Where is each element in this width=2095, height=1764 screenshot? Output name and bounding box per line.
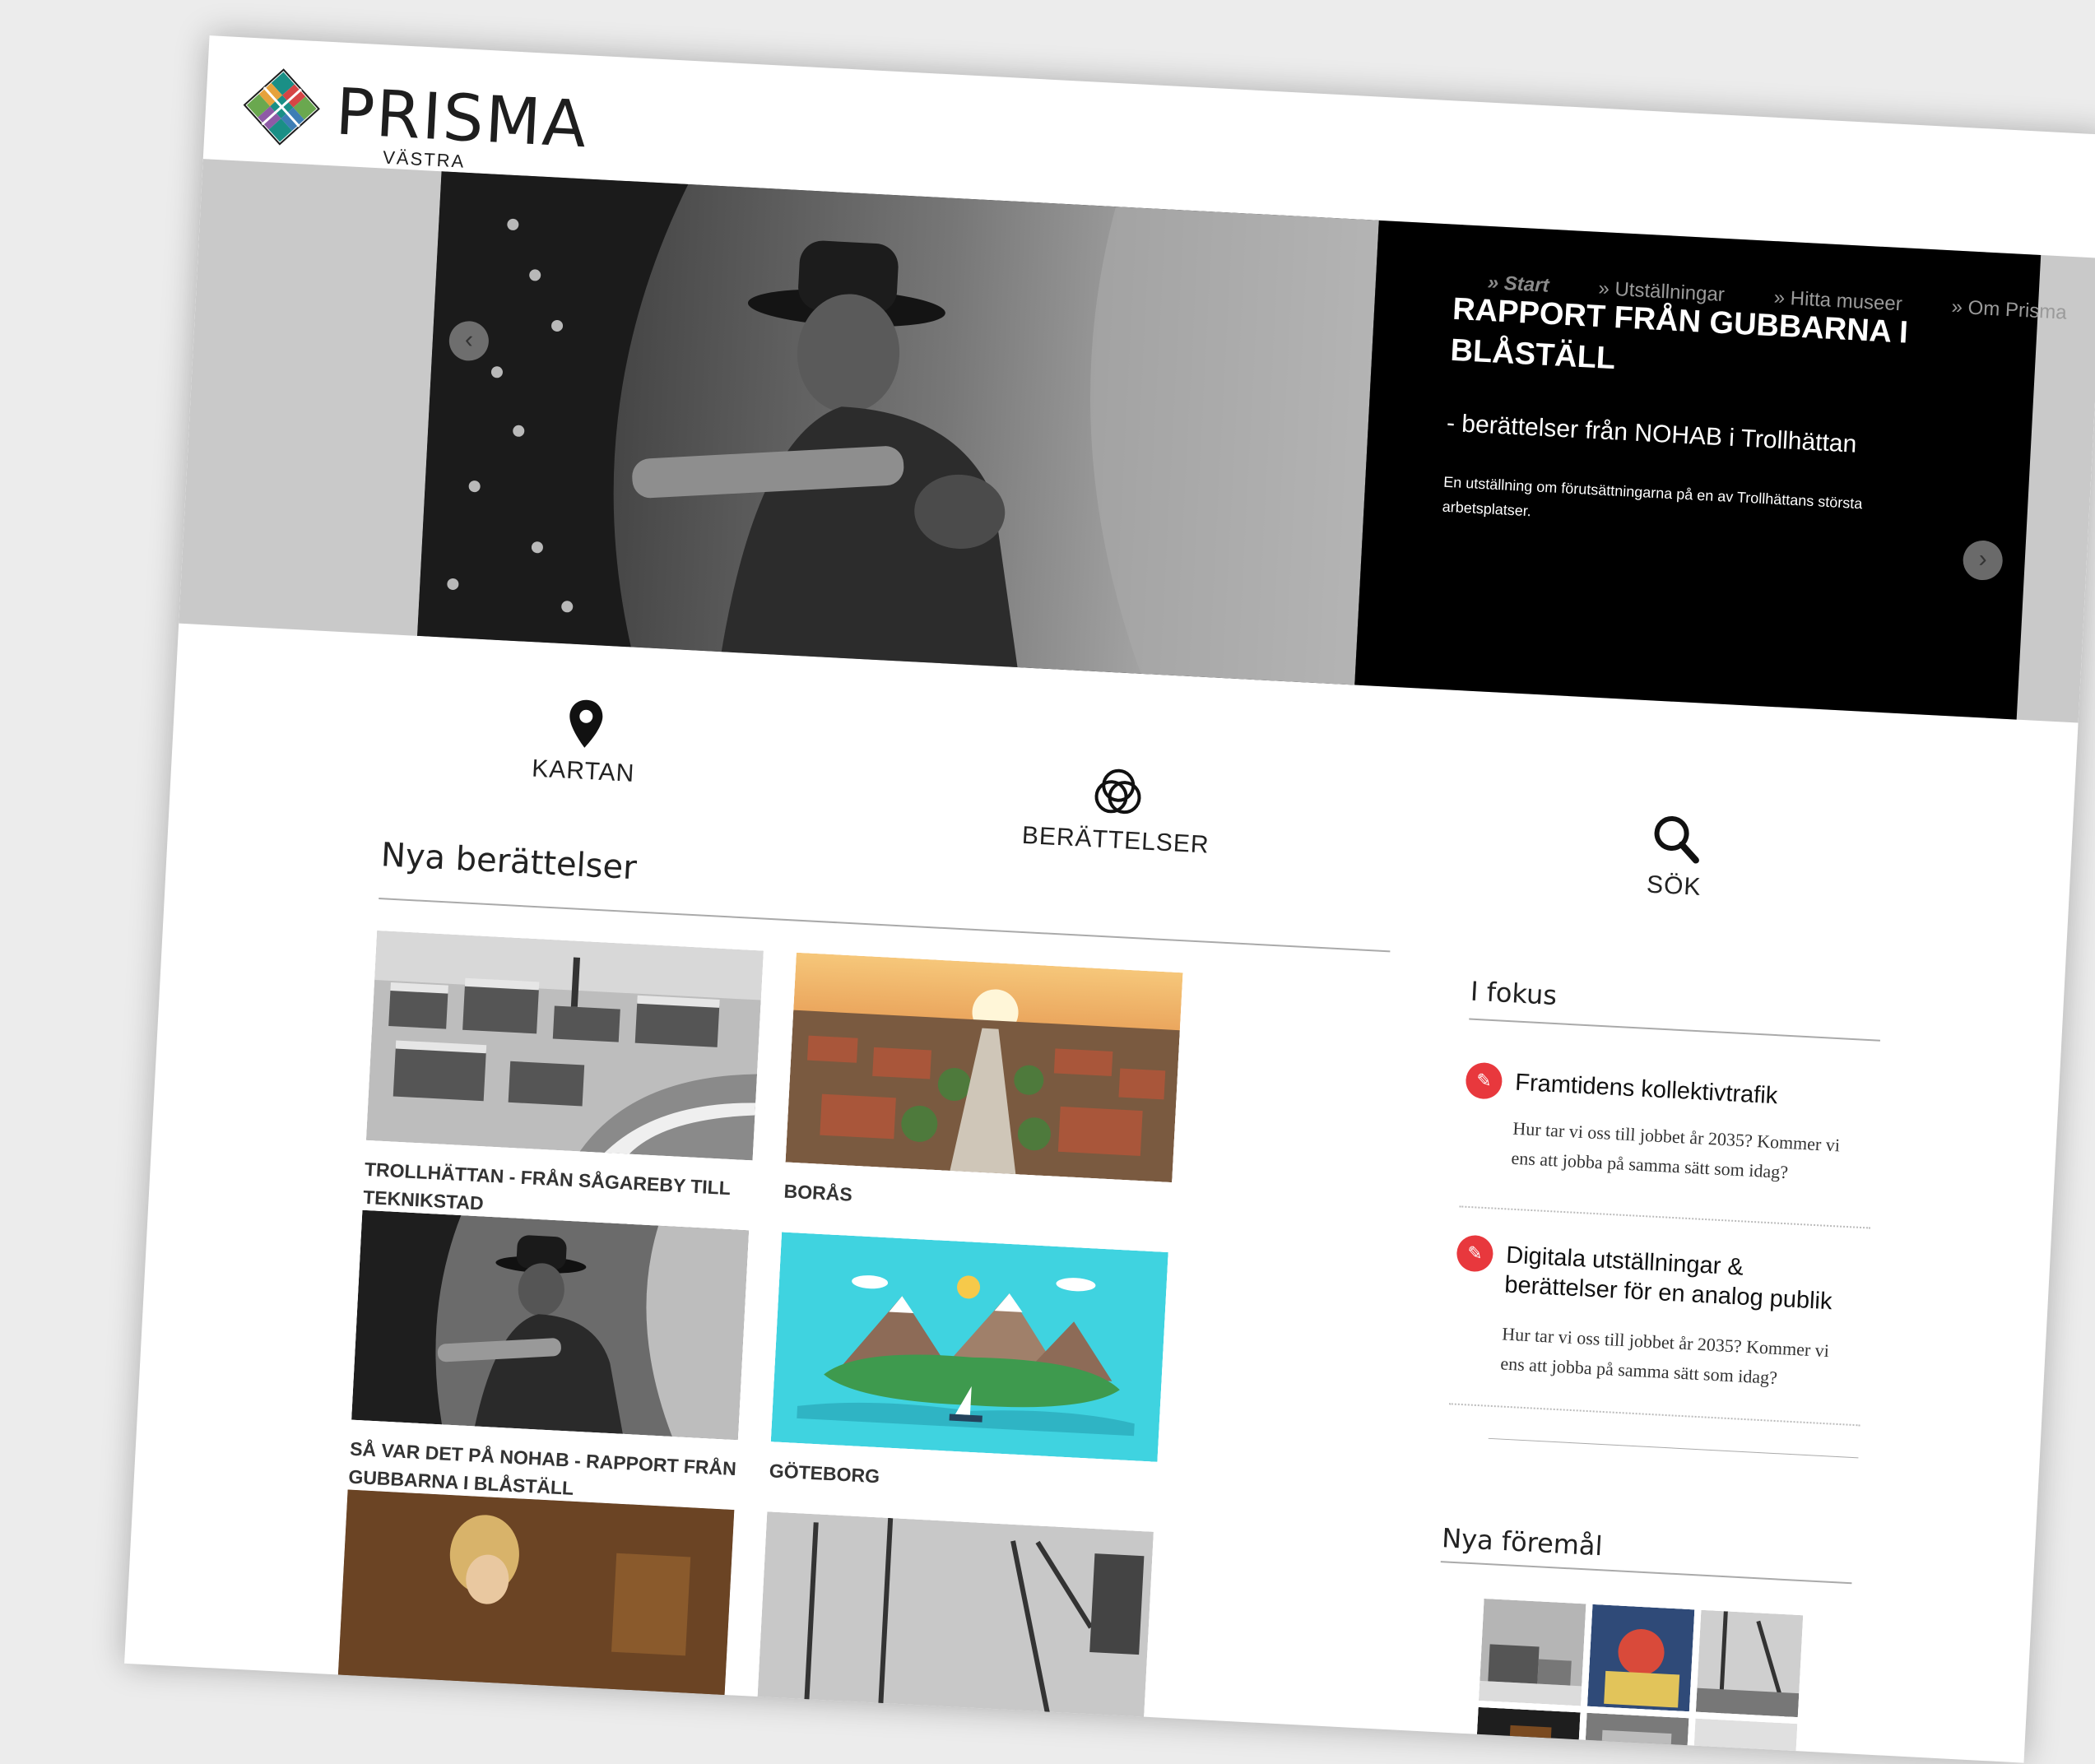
focus-divider: [1469, 1018, 1880, 1042]
new-stories-heading: Nya berättelser: [379, 836, 638, 888]
story-title: BORÅS: [783, 1180, 853, 1205]
story-card-partial-1[interactable]: [337, 1489, 735, 1720]
story-thumb-partial-2: [755, 1511, 1154, 1742]
story-thumb-nohab: [351, 1209, 750, 1441]
story-card-partial-2[interactable]: [755, 1511, 1154, 1742]
story-thumb-trollhattan: [365, 931, 764, 1161]
focus-item-2[interactable]: ✎ Digitala utställningar & berättelser f…: [1449, 1234, 1870, 1428]
hero-slider: RAPPORT FRÅN GUBBARNA I BLÅSTÄLL - berät…: [179, 159, 2095, 723]
focus-bottom-divider: [1488, 1437, 1859, 1459]
pencil-icon: ✎: [1456, 1234, 1494, 1273]
story-card-nohab[interactable]: SÅ VAR DET PÅ NOHAB - RAPPORT FRÅN GUBBA…: [348, 1209, 750, 1511]
quick-link-stories-label: BERÄTTELSER: [1021, 821, 1210, 859]
quick-link-search[interactable]: SÖK: [1558, 807, 1792, 907]
hero-subtitle: - berättelser från NOHAB i Trollhättan: [1446, 409, 1858, 458]
story-title: GÖTEBORG: [769, 1460, 880, 1488]
prisma-homepage: PRISMA VÄSTRA GÖTALAND: [124, 35, 2095, 1763]
story-thumb-boras: [785, 952, 1183, 1183]
object-thumb[interactable]: [1695, 1609, 1804, 1718]
focus-item-title[interactable]: Framtidens kollektivtrafik: [1514, 1068, 1861, 1116]
stories-circles-icon: [1094, 768, 1141, 815]
object-thumb[interactable]: [1582, 1712, 1689, 1763]
pencil-icon: ✎: [1465, 1061, 1503, 1100]
focus-item-text: Hur tar vi oss till jobbet år 2035? Komm…: [1499, 1323, 1830, 1388]
object-thumb[interactable]: [1586, 1604, 1695, 1712]
map-pin-icon: [569, 699, 603, 748]
story-thumb-partial-1: [337, 1489, 735, 1720]
quick-link-stories[interactable]: BERÄTTELSER: [1000, 761, 1234, 861]
story-card-trollhattan[interactable]: TROLLHÄTTAN - FRÅN SÅGAREBY TILL TEKNIKS…: [362, 931, 764, 1231]
new-objects-heading: Nya föremål: [1441, 1522, 1604, 1562]
nav-start[interactable]: » Start: [1487, 272, 1549, 298]
search-icon: [1654, 815, 1699, 864]
story-card-boras[interactable]: BORÅS: [783, 952, 1183, 1225]
quick-link-search-label: SÖK: [1646, 870, 1702, 901]
hero-description: En utställning om förutsättningarna på e…: [1442, 473, 1863, 520]
brand-name: PRISMA: [333, 75, 590, 163]
object-thumb[interactable]: [1689, 1718, 1798, 1763]
focus-heading: I fokus: [1470, 975, 1558, 1012]
prisma-logo[interactable]: PRISMA VÄSTRA GÖTALAND: [236, 53, 590, 195]
new-objects-divider: [1440, 1561, 1852, 1585]
focus-item-1[interactable]: ✎ Framtidens kollektivtrafik Hur tar vi …: [1460, 1061, 1879, 1223]
prisma-logo-mark: [243, 68, 320, 146]
hero-photo-worker: [417, 171, 1379, 685]
story-card-goteborg[interactable]: GÖTEBORG: [769, 1232, 1168, 1504]
quick-link-map-label: KARTAN: [531, 754, 636, 787]
story-thumb-goteborg: [770, 1232, 1168, 1462]
focus-item-title[interactable]: Digitala utställningar & berättelser för…: [1504, 1241, 1852, 1318]
object-thumb[interactable]: [1473, 1706, 1581, 1763]
focus-item-text: Hur tar vi oss till jobbet år 2035? Komm…: [1510, 1117, 1841, 1183]
quick-link-map[interactable]: KARTAN: [467, 692, 702, 791]
object-thumb[interactable]: [1479, 1598, 1586, 1706]
